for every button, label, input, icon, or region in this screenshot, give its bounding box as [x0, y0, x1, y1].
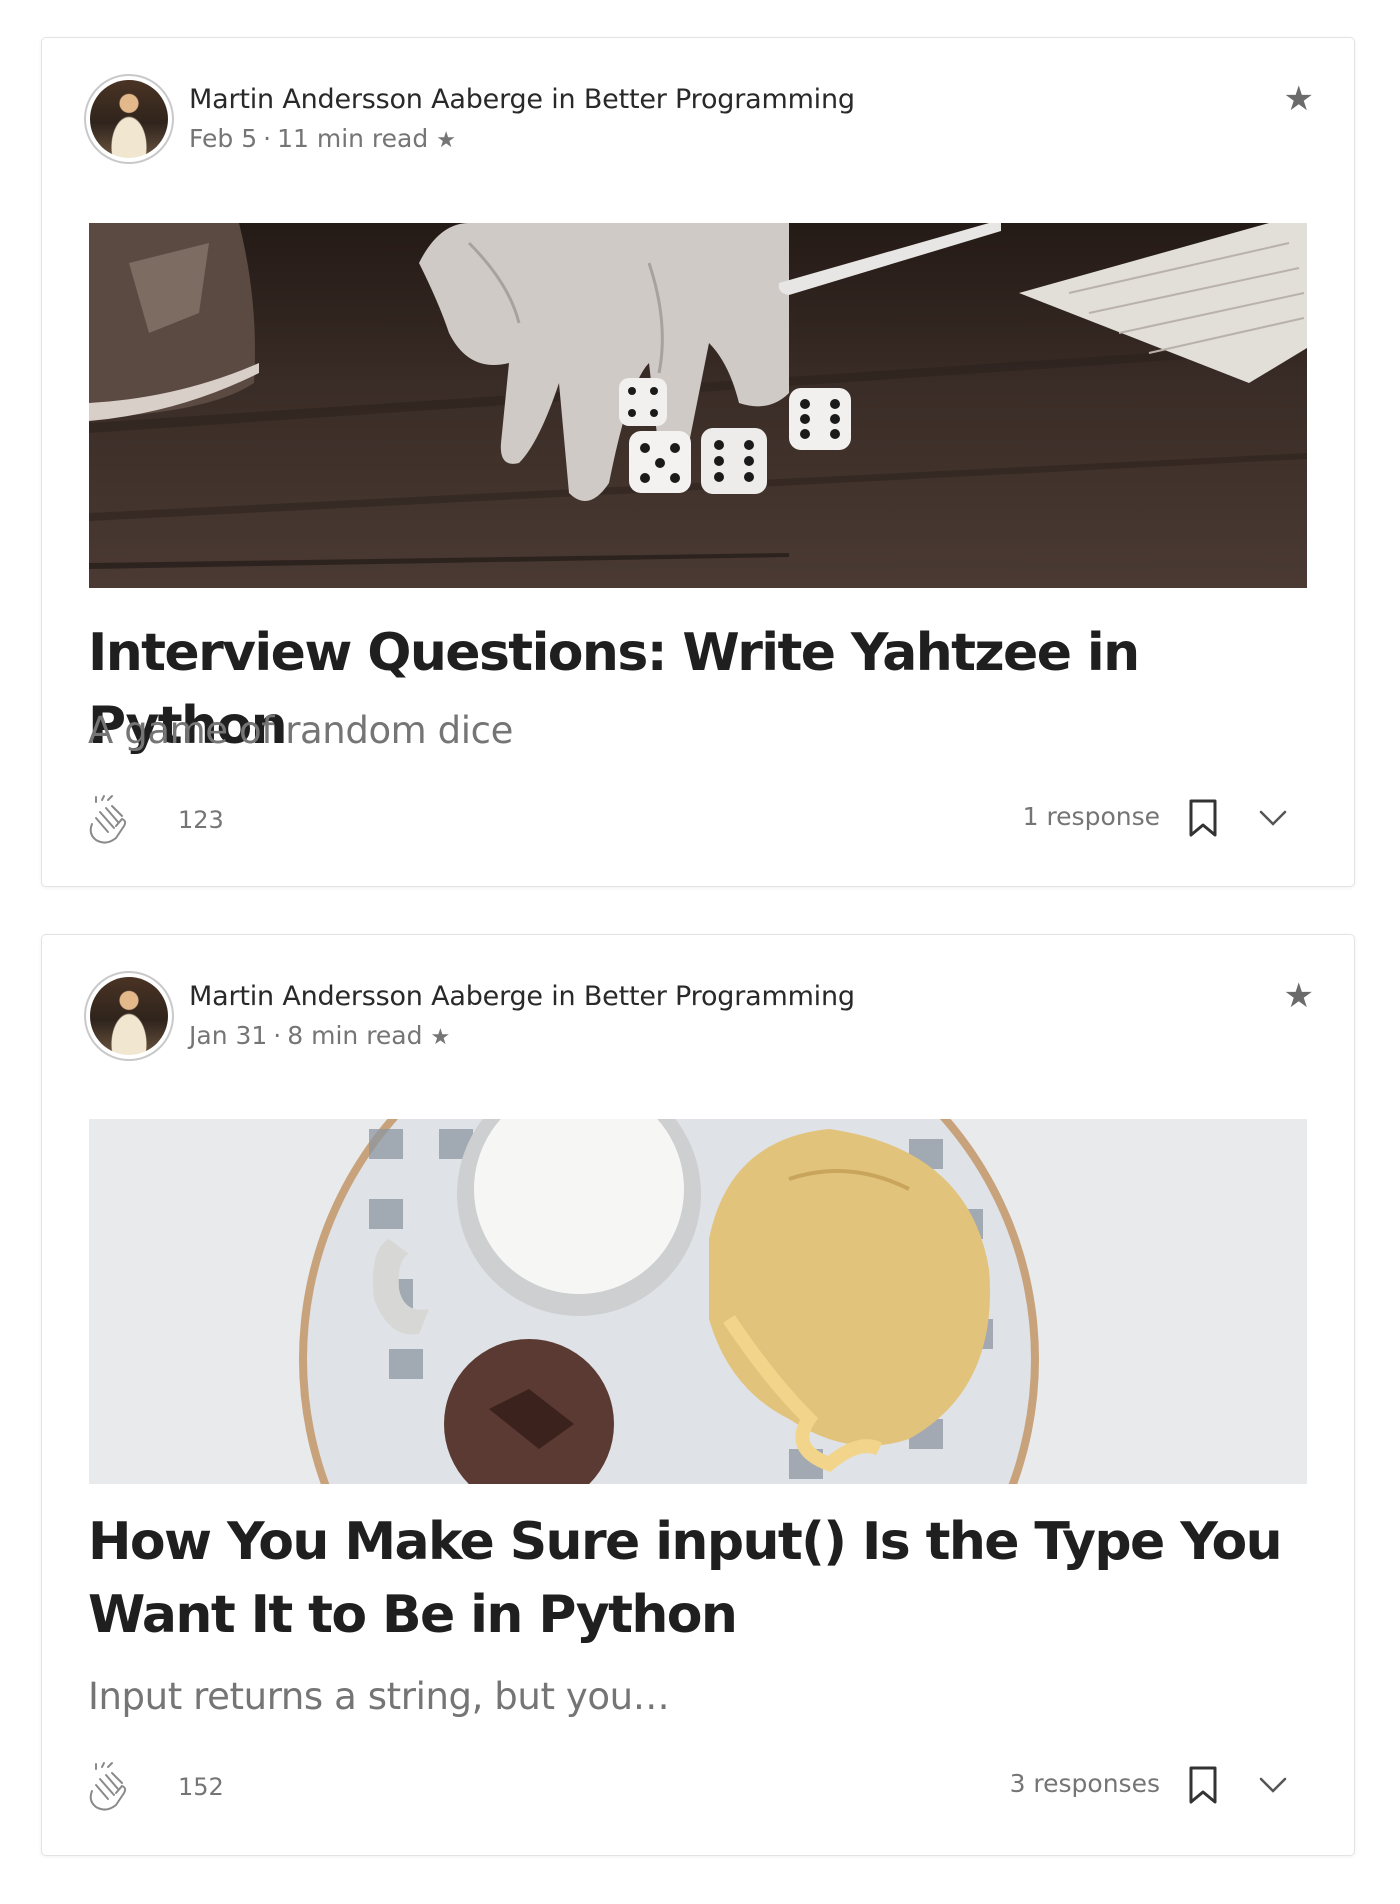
byline-connector: in: [551, 84, 576, 115]
bookmark-icon[interactable]: [1186, 1765, 1220, 1805]
clap-count: 123: [178, 806, 224, 834]
post-footer: 152 3 responses: [82, 1761, 1320, 1811]
member-star-icon: ★: [430, 1025, 451, 1050]
post-date[interactable]: Jan 31: [189, 1021, 267, 1050]
bookmark-icon[interactable]: [1186, 798, 1220, 838]
post-meta: Feb 5 · 11 min read ★: [189, 124, 456, 153]
star-icon[interactable]: ★: [1284, 979, 1314, 1013]
post-subtitle[interactable]: Input returns a string, but you…: [88, 1675, 670, 1718]
byline: Martin Andersson Aaberge in Better Progr…: [189, 981, 855, 1012]
author-name-link[interactable]: Martin Andersson Aaberge: [189, 981, 543, 1012]
post-title[interactable]: How You Make Sure input() Is the Type Yo…: [88, 1506, 1313, 1652]
star-icon[interactable]: ★: [1284, 82, 1314, 116]
separator-dot: ·: [273, 1021, 282, 1050]
author-name-link[interactable]: Martin Andersson Aaberge: [189, 84, 543, 115]
post-card[interactable]: Martin Andersson Aaberge in Better Progr…: [41, 37, 1355, 887]
publication-link[interactable]: Better Programming: [584, 84, 855, 115]
post-card[interactable]: Martin Andersson Aaberge in Better Progr…: [41, 934, 1355, 1856]
publication-link[interactable]: Better Programming: [584, 981, 855, 1012]
author-avatar[interactable]: [84, 971, 174, 1061]
post-footer: 123 1 response: [82, 794, 1320, 844]
byline-connector: in: [551, 981, 576, 1012]
read-time: 11 min read: [277, 124, 429, 153]
read-time: 8 min read: [287, 1021, 423, 1050]
post-meta: Jan 31 · 8 min read ★: [189, 1021, 450, 1050]
clap-count: 152: [178, 1773, 224, 1801]
separator-dot: ·: [263, 124, 272, 153]
member-star-icon: ★: [436, 128, 456, 153]
post-date[interactable]: Feb 5: [189, 124, 257, 153]
clap-icon[interactable]: [82, 1761, 128, 1811]
chevron-down-icon[interactable]: [1258, 806, 1288, 830]
responses-link[interactable]: 1 response: [1023, 802, 1160, 831]
dice-photo[interactable]: [89, 223, 1307, 588]
byline: Martin Andersson Aaberge in Better Progr…: [189, 84, 855, 115]
chevron-down-icon[interactable]: [1258, 1773, 1288, 1797]
author-avatar[interactable]: [84, 74, 174, 164]
post-subtitle[interactable]: A game of random dice: [88, 709, 513, 752]
clap-icon[interactable]: [82, 794, 128, 844]
responses-link[interactable]: 3 responses: [1010, 1769, 1160, 1798]
breakfast-plate-photo[interactable]: [89, 1119, 1307, 1484]
